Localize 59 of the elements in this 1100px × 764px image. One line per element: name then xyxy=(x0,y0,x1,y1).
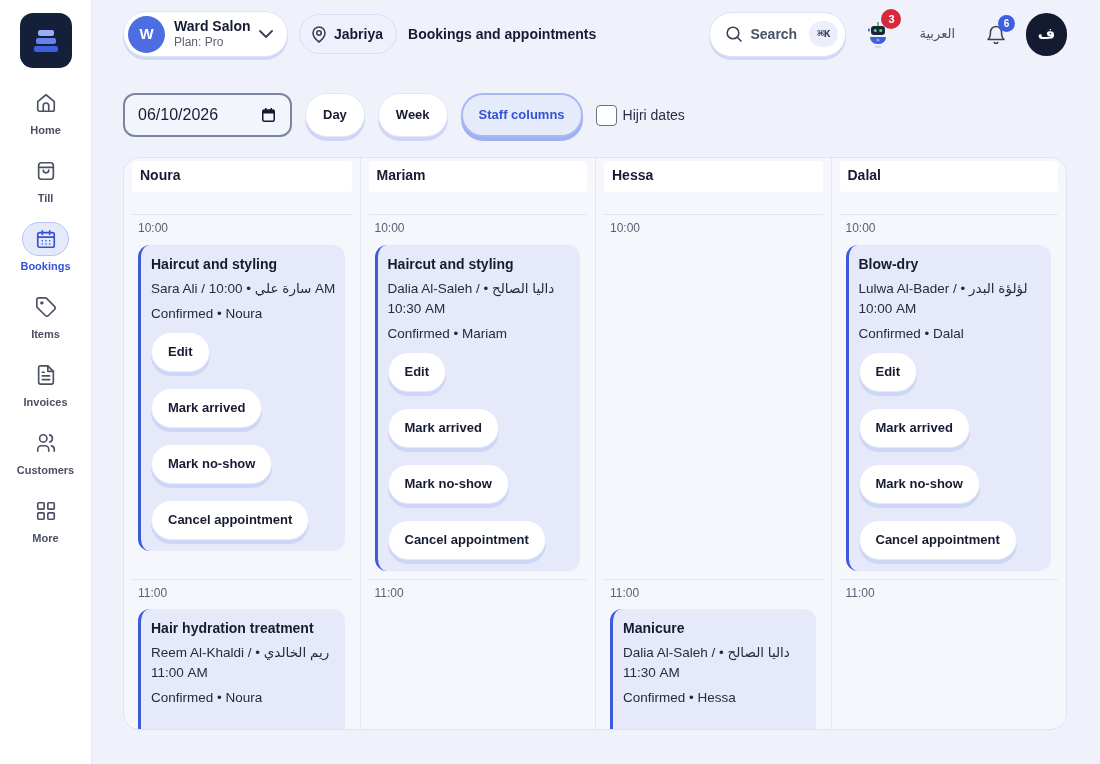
profile-avatar[interactable]: ف xyxy=(1026,12,1067,56)
time-label: 11:00 xyxy=(374,585,404,601)
time-label: 10:00 xyxy=(138,220,169,236)
count-badge: 3 xyxy=(881,9,902,29)
service-name: Manicure xyxy=(623,619,686,638)
customer-line: Reem Al-Khaldi / ريم الخالدي • 11:00 AM xyxy=(151,644,331,682)
customer-line: Dalia Al-Saleh / داليا الصالح • 11:30 AM xyxy=(623,644,791,682)
home-icon xyxy=(34,92,57,114)
column-header: Noura xyxy=(132,161,352,192)
language-link[interactable]: العربية xyxy=(919,24,955,44)
status-line: Confirmed • Hessa xyxy=(623,689,737,707)
customer-line: Dalia Al-Saleh / داليا الصالح • 10:30 AM xyxy=(387,280,556,318)
bell-icon[interactable] xyxy=(987,24,1005,44)
tag-icon xyxy=(34,296,57,318)
nav-item[interactable]: More xyxy=(22,494,69,545)
service-name: Blow-dry xyxy=(858,255,920,274)
service-name: Hair hydration treatment xyxy=(151,619,315,638)
column-header: Dalal xyxy=(839,161,1058,192)
column-header: Hessa xyxy=(604,161,823,192)
page-title: Bookings and appointments xyxy=(408,24,597,44)
service-name: Haircut and styling xyxy=(387,255,515,274)
customer-line: Lulwa Al-Bader / لؤلؤة البدر • 10:00 AM xyxy=(858,280,1029,318)
nav-item[interactable]: Customers xyxy=(16,426,75,477)
checkbox[interactable] xyxy=(595,104,617,126)
search-icon xyxy=(726,26,743,42)
nav-item[interactable]: Home xyxy=(22,86,69,137)
calendar-icon xyxy=(262,108,275,122)
account-switcher[interactable]: W Ward Salon Plan: Pro xyxy=(123,11,288,57)
account-avatar: W xyxy=(128,15,165,53)
column-header: Mariam xyxy=(368,161,587,192)
status-line: Confirmed • Dalal xyxy=(858,325,965,343)
search-button[interactable]: Search ⌘K xyxy=(709,11,847,57)
nav-item[interactable]: Items xyxy=(22,290,69,341)
location-button[interactable]: Jabriya xyxy=(299,14,398,54)
date-field[interactable]: 06/10/2026 xyxy=(123,93,292,137)
customer-line: Sara Ali / سارة علي • 10:00 AM xyxy=(151,280,337,299)
time-label: 10:00 xyxy=(845,220,876,236)
status-line: Confirmed • Noura xyxy=(151,689,264,707)
time-label: 10:00 xyxy=(374,220,405,236)
map-pin-icon xyxy=(312,25,326,43)
shortcut-hint: ⌘K xyxy=(809,21,839,47)
grid-icon xyxy=(34,500,57,522)
time-label: 11:00 xyxy=(845,585,875,601)
status-line: Confirmed • Noura xyxy=(151,305,264,323)
nav-item[interactable]: Invoices xyxy=(22,358,69,409)
layers-logo-icon xyxy=(19,13,72,68)
plan-label: Plan: Pro xyxy=(174,35,225,50)
time-label: 10:00 xyxy=(610,220,641,236)
time-label: 11:00 xyxy=(610,585,640,601)
people-icon xyxy=(34,432,57,454)
status-line: Confirmed • Mariam xyxy=(387,325,508,343)
service-name: Haircut and styling xyxy=(151,255,279,274)
nav-item[interactable]: Till xyxy=(22,154,69,205)
count-badge: 6 xyxy=(998,14,1015,32)
time-label: 11:00 xyxy=(138,585,168,601)
chevron-down-icon xyxy=(259,30,273,38)
calendar-icon xyxy=(34,228,57,250)
checkbox-label: Hijri dates xyxy=(622,105,685,125)
account-name: Ward Salon xyxy=(174,18,251,35)
